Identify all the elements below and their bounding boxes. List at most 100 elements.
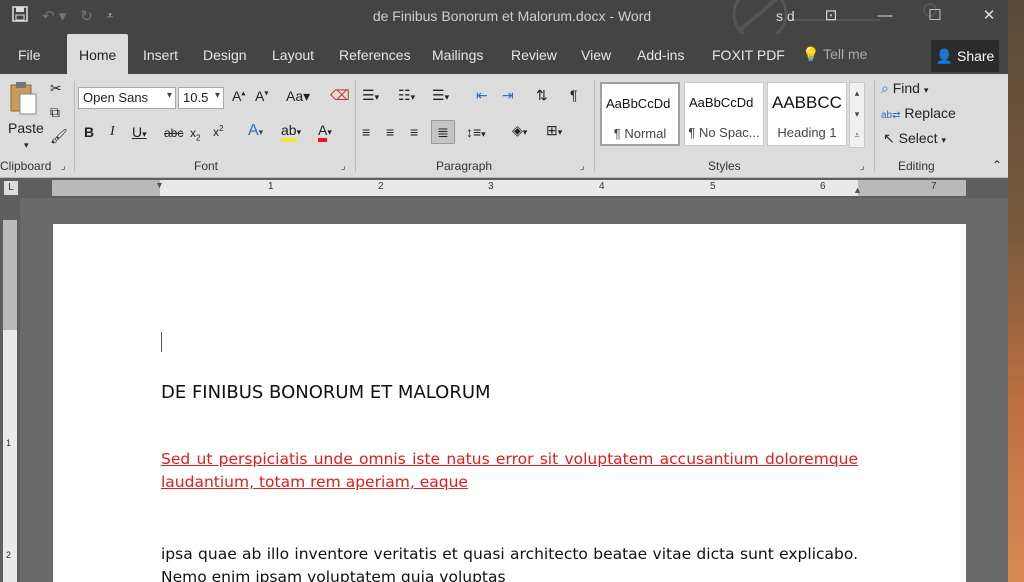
group-separator bbox=[594, 80, 595, 172]
underline-icon[interactable]: U▾ bbox=[132, 124, 147, 140]
paragraph-launcher-icon[interactable]: ⌟ bbox=[580, 161, 585, 172]
superscript-icon[interactable]: x2 bbox=[213, 124, 223, 139]
line-spacing-icon[interactable]: ↕≡▾ bbox=[466, 124, 486, 140]
subscript-icon[interactable]: x2 bbox=[190, 126, 200, 142]
style-heading-1[interactable]: AABBCC Heading 1 bbox=[767, 82, 847, 146]
chevron-down-icon: ▾ bbox=[166, 90, 172, 101]
font-name-box[interactable]: Open Sans ▾ bbox=[78, 87, 176, 109]
style-preview: AABBCC bbox=[772, 93, 842, 112]
sort-icon[interactable]: ⇅ bbox=[536, 87, 548, 104]
ruler-number: 6 bbox=[820, 181, 826, 192]
highlight-icon[interactable]: ab▾ bbox=[281, 122, 301, 142]
tab-mailings[interactable]: Mailings bbox=[432, 34, 483, 74]
copy-icon[interactable]: ⧉ bbox=[50, 104, 60, 121]
italic-icon[interactable]: I bbox=[110, 124, 115, 140]
ruler-number: 7 bbox=[931, 181, 937, 192]
right-indent-marker[interactable]: ▲ bbox=[853, 185, 862, 195]
scroll-down-icon[interactable]: ▾ bbox=[850, 104, 864, 125]
top-margin bbox=[3, 220, 17, 330]
gallery-more-icon[interactable]: ⩡ bbox=[850, 125, 864, 146]
style-normal[interactable]: AaBbCcDd ¶ Normal bbox=[600, 82, 680, 146]
format-painter-icon[interactable]: 🖌 bbox=[50, 128, 68, 145]
clear-formatting-icon[interactable]: ⌫ bbox=[330, 87, 350, 104]
find-button[interactable]: ⌕ Find ▾ bbox=[881, 80, 928, 97]
select-button[interactable]: ↖ Select ▾ bbox=[883, 130, 946, 147]
change-case-icon[interactable]: Aa▾ bbox=[286, 88, 310, 105]
scroll-up-icon[interactable]: ▴ bbox=[850, 83, 864, 104]
style-name: Heading 1 bbox=[777, 125, 837, 140]
styles-launcher-icon[interactable]: ⌟ bbox=[860, 161, 865, 172]
tell-me-box[interactable]: 💡 Tell me bbox=[802, 46, 867, 63]
replace-button[interactable]: ab⇄ Replace bbox=[881, 105, 956, 121]
document-page[interactable] bbox=[53, 224, 966, 582]
user-name[interactable]: s d bbox=[776, 8, 795, 24]
style-name: ¶ Normal bbox=[613, 126, 667, 141]
strikethrough-icon[interactable]: abc bbox=[164, 126, 183, 140]
horizontal-ruler[interactable]: 1 2 3 4 5 6 7 ▼ ▲ bbox=[52, 180, 966, 196]
tab-layout[interactable]: Layout bbox=[272, 34, 314, 74]
tab-selector[interactable]: L bbox=[4, 181, 18, 195]
ribbon-home: Paste ▾ ✂ ⧉ 🖌 Clipboard ⌟ Open Sans ▾ 10.… bbox=[0, 74, 1008, 178]
lightbulb-icon: 💡 bbox=[802, 46, 820, 62]
vruler-number: 2 bbox=[6, 550, 12, 560]
ribbon-display-options-icon[interactable]: ⊡ bbox=[814, 4, 848, 28]
grow-font-icon[interactable]: A▴ bbox=[232, 88, 245, 104]
shading-icon[interactable]: ◈▾ bbox=[512, 122, 527, 139]
paragraph-group-label: Paragraph bbox=[436, 159, 493, 173]
tab-insert[interactable]: Insert bbox=[143, 34, 178, 74]
minimize-button[interactable]: — bbox=[868, 4, 902, 28]
tab-home[interactable]: Home bbox=[67, 34, 129, 74]
bullets-icon[interactable]: ☰▾ bbox=[362, 87, 379, 104]
text-effects-icon[interactable]: A▾ bbox=[248, 122, 263, 140]
close-button[interactable]: ✕ bbox=[972, 4, 1006, 28]
style-preview: AaBbCcDd bbox=[606, 96, 671, 111]
replace-icon: ab⇄ bbox=[881, 110, 901, 121]
tab-add-ins[interactable]: Add-ins bbox=[637, 34, 684, 74]
paste-button[interactable] bbox=[8, 80, 38, 119]
maximize-button[interactable]: ☐ bbox=[918, 4, 952, 28]
group-separator bbox=[74, 80, 75, 172]
body-paragraph[interactable]: ipsa quae ab illo inventore veritatis et… bbox=[161, 543, 858, 582]
tab-design[interactable]: Design bbox=[203, 34, 247, 74]
text-cursor bbox=[161, 332, 162, 352]
increase-indent-icon[interactable]: ⇥ bbox=[502, 87, 514, 104]
bold-icon[interactable]: B bbox=[84, 124, 94, 140]
tab-review[interactable]: Review bbox=[511, 34, 557, 74]
borders-icon[interactable]: ⊞▾ bbox=[546, 122, 562, 139]
paste-label[interactable]: Paste bbox=[8, 120, 44, 136]
font-launcher-icon[interactable]: ⌟ bbox=[341, 161, 346, 172]
tab-foxit-pdf[interactable]: FOXIT PDF bbox=[712, 34, 785, 74]
group-separator bbox=[355, 80, 356, 172]
font-size-box[interactable]: 10.5 ▾ bbox=[178, 87, 224, 109]
align-right-icon[interactable]: ≡ bbox=[410, 124, 418, 140]
tab-file[interactable]: File bbox=[18, 34, 41, 74]
ribbon-tabs: File Home Insert Design Layout Reference… bbox=[0, 34, 1008, 74]
document-heading[interactable]: DE FINIBUS BONORUM ET MALORUM bbox=[161, 382, 491, 403]
tab-references[interactable]: References bbox=[339, 34, 411, 74]
vertical-ruler: 1 2 bbox=[0, 198, 20, 582]
collapse-ribbon-icon[interactable]: ⌃ bbox=[992, 158, 1002, 172]
clipboard-launcher-icon[interactable]: ⌟ bbox=[61, 161, 66, 172]
styles-gallery-scroll[interactable]: ▴ ▾ ⩡ bbox=[849, 82, 865, 148]
multilevel-list-icon[interactable]: ☰▾ bbox=[432, 87, 449, 104]
decrease-indent-icon[interactable]: ⇤ bbox=[476, 87, 488, 104]
align-left-icon[interactable]: ≡ bbox=[362, 124, 370, 140]
style-no-spacing[interactable]: AaBbCcDd ¶ No Spac... bbox=[684, 82, 764, 146]
ruler-number: 3 bbox=[488, 181, 494, 192]
show-formatting-icon[interactable]: ¶ bbox=[570, 87, 578, 103]
font-color-icon[interactable]: A▾ bbox=[318, 122, 332, 142]
cursor-icon: ↖ bbox=[883, 130, 895, 146]
cut-icon[interactable]: ✂ bbox=[50, 80, 62, 97]
red-underlined-paragraph[interactable]: Sed ut perspiciatis unde omnis iste natu… bbox=[161, 448, 858, 494]
tab-view[interactable]: View bbox=[581, 34, 611, 74]
share-button[interactable]: 👤 Share bbox=[931, 40, 999, 72]
shrink-font-icon[interactable]: A▾ bbox=[255, 88, 268, 104]
style-name: ¶ No Spac... bbox=[688, 125, 760, 140]
align-center-icon[interactable]: ≡ bbox=[386, 124, 394, 140]
justify-icon[interactable]: ≣ bbox=[431, 120, 455, 144]
first-line-indent-marker[interactable]: ▼ bbox=[155, 180, 164, 190]
paste-dropdown-icon[interactable]: ▾ bbox=[24, 140, 29, 151]
right-margin bbox=[858, 180, 966, 196]
chevron-down-icon: ▾ bbox=[941, 135, 946, 145]
numbering-icon[interactable]: ☷▾ bbox=[398, 87, 415, 104]
